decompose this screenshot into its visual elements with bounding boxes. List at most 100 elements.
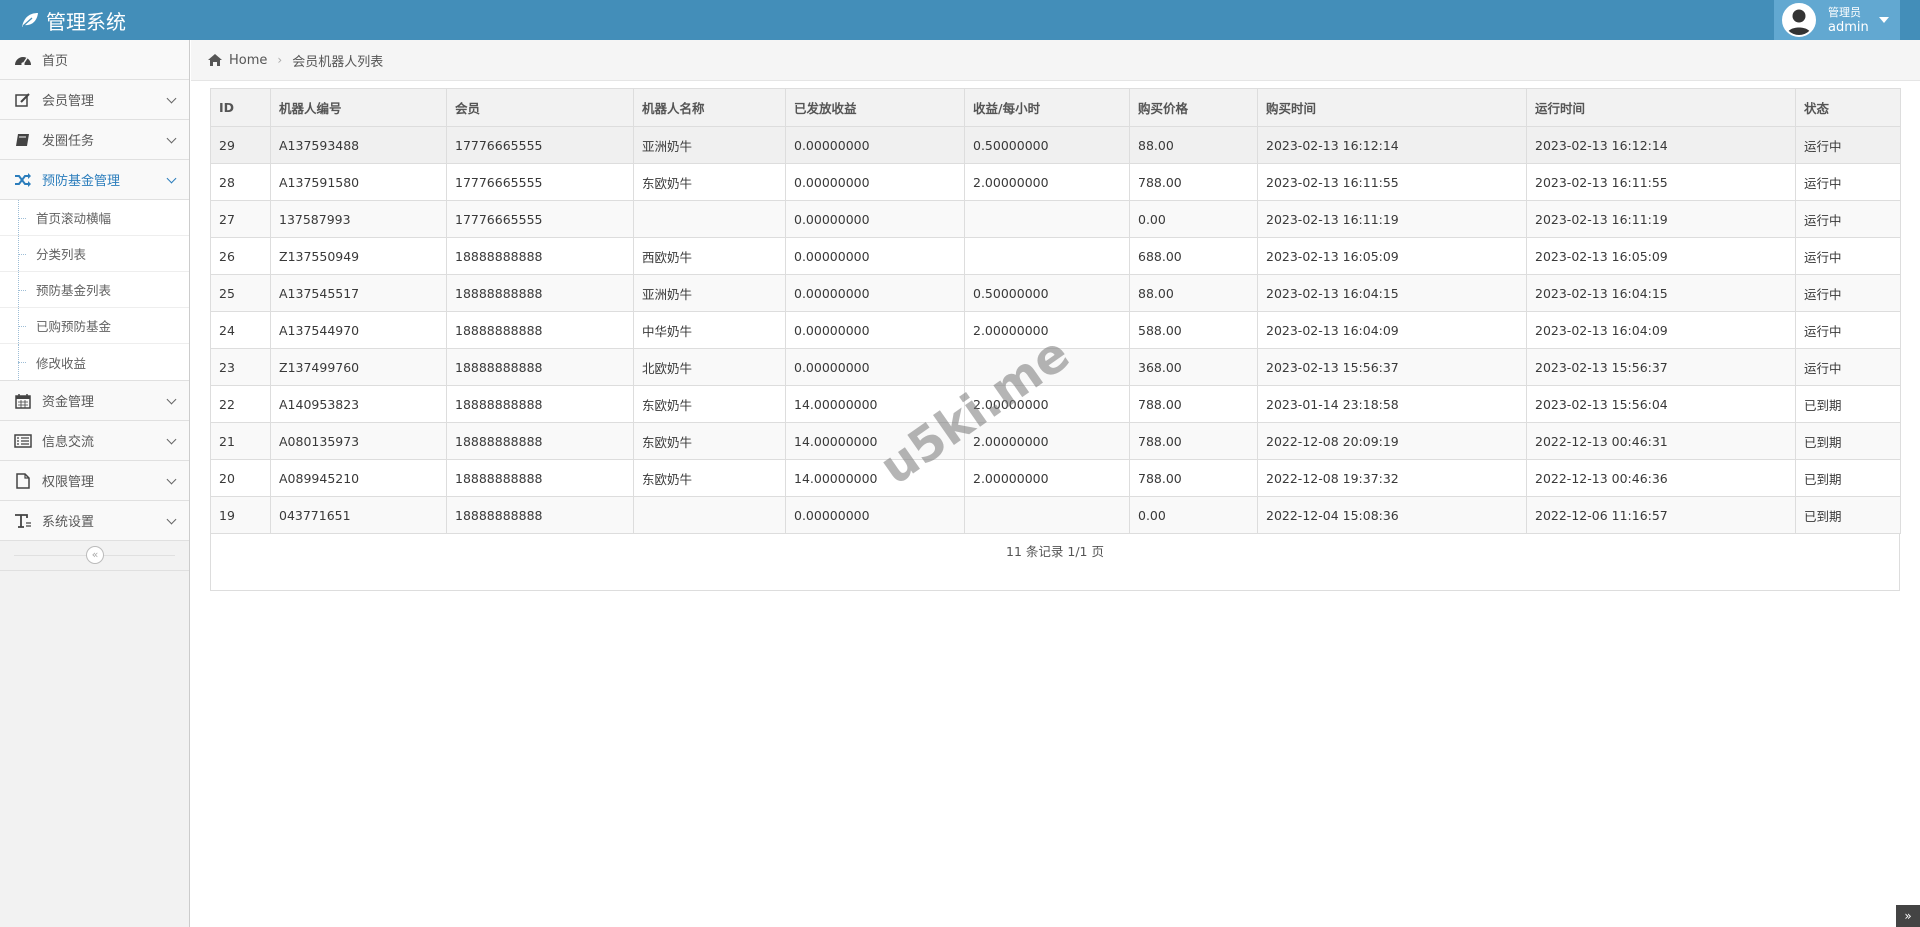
table-cell: 17776665555: [446, 126, 634, 164]
table-cell: [964, 348, 1130, 386]
table-row[interactable]: 21 A080135973 18888888888 东欧奶牛 14.00000000 2.…: [210, 422, 1901, 460]
text-icon: [12, 513, 34, 529]
table-cell: 2023-02-13 16:12:14: [1526, 126, 1796, 164]
sidebar-item-home[interactable]: 首页: [0, 40, 189, 80]
table-row[interactable]: 29 A137593488 17776665555 亚洲奶牛 0.00000000 0.5…: [210, 126, 1901, 164]
table-cell: 24: [210, 311, 271, 349]
table-cell: 14.00000000: [785, 422, 965, 460]
table-row[interactable]: 28 A137591580 17776665555 东欧奶牛 0.00000000 2.0…: [210, 163, 1901, 201]
sidebar-item-settings[interactable]: 系统设置: [0, 501, 189, 541]
table-cell: 亚洲奶牛: [633, 274, 786, 312]
collapse-sidebar-button[interactable]: «: [86, 546, 104, 564]
submenu-item[interactable]: 预防基金列表: [0, 272, 189, 308]
breadcrumb: Home › 会员机器人列表: [191, 40, 1920, 81]
column-header: 购买价格: [1129, 88, 1258, 127]
chevron-down-icon: [166, 394, 177, 405]
table-cell: 88.00: [1129, 126, 1258, 164]
table-cell: 已到期: [1795, 422, 1901, 460]
table-cell: 2022-12-04 15:08:36: [1257, 496, 1527, 534]
table-row[interactable]: 24 A137544970 18888888888 中华奶牛 0.00000000 2.0…: [210, 311, 1901, 349]
table-cell: 368.00: [1129, 348, 1258, 386]
chevron-down-icon: [166, 93, 177, 104]
table-cell: 2023-02-13 16:04:09: [1257, 311, 1527, 349]
sidebar-item-label: 信息交流: [42, 435, 95, 450]
fund-submenu: 首页滚动横幅 分类列表 预防基金列表 已购预防基金 修改收益: [0, 200, 189, 381]
column-header: 已发放收益: [785, 88, 965, 127]
table-cell: 2023-02-13 16:05:09: [1526, 237, 1796, 275]
table-cell: 17776665555: [446, 163, 634, 201]
table-cell: 788.00: [1129, 385, 1258, 423]
table-row[interactable]: 26 Z137550949 18888888888 西欧奶牛 0.00000000 688…: [210, 237, 1901, 275]
user-name: admin: [1828, 20, 1869, 35]
table-cell: 21: [210, 422, 271, 460]
table-cell: 18888888888: [446, 237, 634, 275]
table-cell: 运行中: [1795, 237, 1901, 275]
table-cell: 0.50000000: [964, 274, 1130, 312]
table-row[interactable]: 25 A137545517 18888888888 亚洲奶牛 0.00000000 0.5…: [210, 274, 1901, 312]
table-cell: 运行中: [1795, 348, 1901, 386]
table-cell: 0.00: [1129, 496, 1258, 534]
breadcrumb-home[interactable]: Home: [207, 53, 267, 68]
table-cell: [964, 200, 1130, 238]
table-cell: 2023-01-14 23:18:58: [1257, 385, 1527, 423]
column-header: 运行时间: [1526, 88, 1796, 127]
sidebar-item-label: 资金管理: [42, 395, 95, 410]
column-header: 机器人编号: [270, 88, 447, 127]
table-cell: 已到期: [1795, 459, 1901, 497]
table-cell: 23: [210, 348, 271, 386]
sidebar-item-tasks[interactable]: 发圈任务: [0, 120, 189, 160]
random-icon: [12, 172, 34, 188]
column-header: 收益/每小时: [964, 88, 1130, 127]
table-cell: 2022-12-08 20:09:19: [1257, 422, 1527, 460]
table-row[interactable]: 19 043771651 18888888888 0.00000000 0.00 2022…: [210, 496, 1901, 534]
table-cell: 29: [210, 126, 271, 164]
table-cell: 28: [210, 163, 271, 201]
table-cell: 运行中: [1795, 200, 1901, 238]
table-row[interactable]: 22 A140953823 18888888888 东欧奶牛 14.00000000 2.…: [210, 385, 1901, 423]
book-icon: [12, 132, 34, 148]
dashboard-icon: [12, 52, 34, 68]
table-cell: A137545517: [270, 274, 447, 312]
back-to-top-button[interactable]: »: [1896, 905, 1920, 927]
table-cell: 18888888888: [446, 385, 634, 423]
table-cell: 043771651: [270, 496, 447, 534]
calendar-icon: [12, 393, 34, 409]
table-row[interactable]: 27 137587993 17776665555 0.00000000 0.00 2023…: [210, 200, 1901, 238]
table-cell: 0.00000000: [785, 496, 965, 534]
table-cell: 18888888888: [446, 348, 634, 386]
edit-icon: [12, 92, 34, 108]
brand[interactable]: 管理系统: [20, 0, 126, 40]
app-title: 管理系统: [46, 9, 126, 34]
table-cell: 788.00: [1129, 459, 1258, 497]
sidebar-item-messages[interactable]: 信息交流: [0, 421, 189, 461]
sidebar-item-permissions[interactable]: 权限管理: [0, 461, 189, 501]
table-cell: 2.00000000: [964, 311, 1130, 349]
table-cell: 18888888888: [446, 311, 634, 349]
table-cell: 0.00000000: [785, 126, 965, 164]
table-row[interactable]: 20 A089945210 18888888888 东欧奶牛 14.00000000 2.…: [210, 459, 1901, 497]
table-cell: [633, 496, 786, 534]
sidebar-item-members[interactable]: 会员管理: [0, 80, 189, 120]
table-cell: A137593488: [270, 126, 447, 164]
submenu-item[interactable]: 首页滚动横幅: [0, 200, 189, 236]
column-header: ID: [210, 88, 271, 127]
home-icon: [208, 54, 222, 66]
sidebar-item-finance[interactable]: 资金管理: [0, 381, 189, 421]
table-cell: 已到期: [1795, 385, 1901, 423]
table-cell: 17776665555: [446, 200, 634, 238]
table-cell: 0.00000000: [785, 237, 965, 275]
table-cell: 2023-02-13 16:04:15: [1526, 274, 1796, 312]
submenu-item[interactable]: 已购预防基金: [0, 308, 189, 344]
table-cell: 2023-02-13 16:11:19: [1257, 200, 1527, 238]
user-menu[interactable]: 管理员 admin: [1774, 0, 1900, 40]
table-cell: 2023-02-13 16:05:09: [1257, 237, 1527, 275]
sidebar-item-label: 系统设置: [42, 515, 95, 530]
table-cell: 88.00: [1129, 274, 1258, 312]
table-row[interactable]: 23 Z137499760 18888888888 北欧奶牛 0.00000000 368…: [210, 348, 1901, 386]
table-cell: 2023-02-13 16:04:09: [1526, 311, 1796, 349]
submenu-item[interactable]: 修改收益: [0, 344, 189, 380]
submenu-item[interactable]: 分类列表: [0, 236, 189, 272]
chevron-down-icon: [166, 474, 177, 485]
robot-table: ID 机器人编号 会员 机器人名称 已发放收益 收益/每小时 购买价格 购买时间 运行时间 状态 …: [210, 88, 1901, 534]
sidebar-item-fund[interactable]: 预防基金管理: [0, 160, 189, 200]
